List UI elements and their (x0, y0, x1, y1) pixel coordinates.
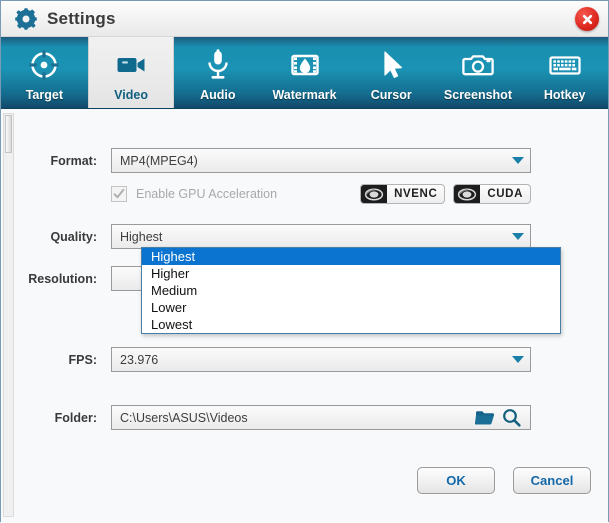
format-row: Format: MP4(MPEG4) (17, 148, 595, 173)
folder-path-field[interactable]: C:\Users\ASUS\Videos (111, 405, 531, 430)
tab-label: Hotkey (543, 87, 586, 102)
dialog-footer: OK Cancel (417, 467, 591, 494)
gpu-row: Enable GPU Acceleration NVENC CUDA (17, 184, 595, 204)
dropdown-option-medium[interactable]: Medium (142, 282, 560, 299)
format-value: MP4(MPEG4) (120, 153, 198, 168)
dropdown-option-highest[interactable]: Highest (142, 248, 560, 265)
cuda-badge: CUDA (453, 184, 531, 204)
tab-target[interactable]: Target (1, 37, 88, 108)
tab-cursor[interactable]: Cursor (348, 37, 435, 108)
folder-icon[interactable] (475, 409, 495, 426)
format-label: Format: (50, 153, 97, 168)
fps-label: FPS: (68, 352, 97, 367)
cancel-button[interactable]: Cancel (513, 467, 591, 494)
dropdown-option-lowest[interactable]: Lowest (142, 316, 560, 333)
tab-label: Video (114, 87, 148, 102)
dropdown-option-higher[interactable]: Higher (142, 265, 560, 282)
nvidia-eye-icon (361, 185, 388, 203)
chevron-down-icon (506, 356, 530, 363)
gpu-acceleration-checkbox[interactable] (111, 186, 127, 202)
target-icon (27, 48, 61, 82)
tab-label: Target (25, 87, 63, 102)
gear-icon (15, 7, 37, 30)
nvenc-badge-label: NVENC (394, 188, 438, 200)
quality-label: Quality: (50, 229, 97, 244)
gpu-badges: NVENC CUDA (360, 184, 531, 204)
quality-dropdown-list[interactable]: Highest Higher Medium Lower Lowest (141, 247, 561, 334)
video-settings-panel: Format: MP4(MPEG4) Enable GPU Accelerati… (17, 109, 608, 523)
gpu-acceleration-label: Enable GPU Acceleration (136, 187, 278, 201)
fps-value: 23.976 (120, 352, 159, 367)
tab-watermark[interactable]: Watermark (261, 37, 348, 108)
tab-label: Audio (200, 87, 236, 102)
fps-row: FPS: 23.976 (17, 347, 595, 372)
camera-icon (461, 48, 495, 82)
folder-row: Folder: C:\Users\ASUS\Videos (17, 405, 595, 430)
keyboard-icon (548, 48, 582, 82)
settings-window: Settings Target Video Audio Watermark Cu… (0, 0, 609, 523)
tab-screenshot[interactable]: Screenshot (435, 37, 522, 108)
chevron-down-icon (506, 157, 530, 164)
tab-strip: Target Video Audio Watermark Cursor Scre… (1, 37, 608, 109)
nvidia-eye-icon (454, 185, 481, 203)
tab-label: Screenshot (443, 87, 512, 102)
quality-row: Quality: Highest (17, 224, 595, 249)
folder-path-value: C:\Users\ASUS\Videos (120, 410, 248, 425)
settings-content: Format: MP4(MPEG4) Enable GPU Accelerati… (1, 109, 608, 523)
close-button[interactable] (575, 7, 599, 31)
cursor-arrow-icon (374, 48, 408, 82)
magnifier-icon[interactable] (502, 408, 521, 427)
format-select[interactable]: MP4(MPEG4) (111, 148, 531, 173)
watermark-icon (288, 48, 322, 82)
tab-audio[interactable]: Audio (174, 37, 261, 108)
folder-label: Folder: (54, 410, 97, 425)
microphone-icon (201, 48, 235, 82)
dropdown-option-lower[interactable]: Lower (142, 299, 560, 316)
window-title: Settings (47, 8, 116, 28)
tab-video[interactable]: Video (87, 37, 175, 108)
cuda-badge-label: CUDA (487, 188, 523, 200)
close-icon (581, 13, 594, 26)
quality-value: Highest (120, 229, 163, 244)
tab-label: Cursor (370, 87, 412, 102)
scrollbar-thumb[interactable] (5, 115, 12, 153)
title-bar: Settings (1, 1, 608, 37)
resolution-label: Resolution: (28, 271, 97, 286)
fps-select[interactable]: 23.976 (111, 347, 531, 372)
nvenc-badge: NVENC (360, 184, 446, 204)
chevron-down-icon (506, 233, 530, 240)
quality-select[interactable]: Highest (111, 224, 531, 249)
ok-button[interactable]: OK (417, 467, 495, 494)
tab-hotkey[interactable]: Hotkey (521, 37, 608, 108)
tab-label: Watermark (272, 87, 337, 102)
vertical-scrollbar[interactable] (3, 113, 14, 517)
video-camera-icon (114, 48, 148, 82)
